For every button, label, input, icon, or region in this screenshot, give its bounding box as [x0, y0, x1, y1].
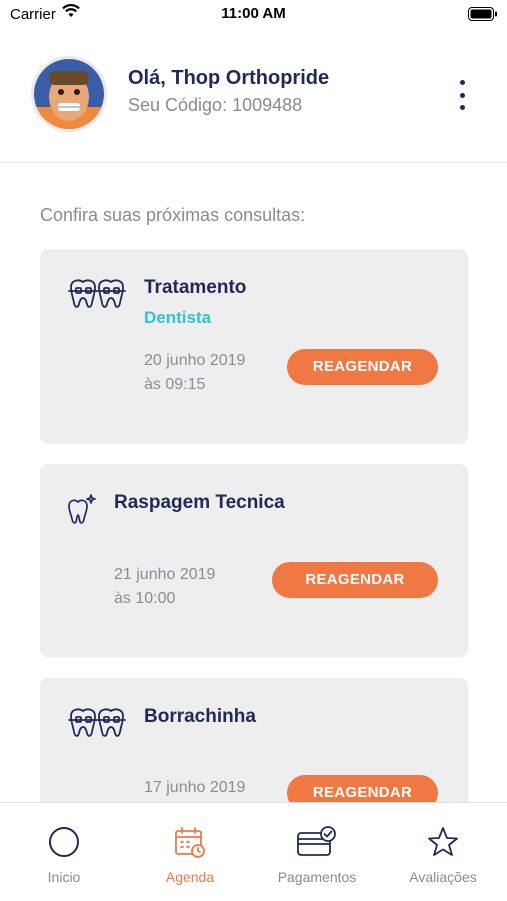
- dot-icon: [459, 92, 465, 98]
- appointment-date: 17 junho 2019: [144, 779, 246, 796]
- appointment-card[interactable]: Tratamento Dentista 20 junho 2019 às 09:…: [40, 249, 468, 444]
- tab-avaliacoes[interactable]: Avaliações: [380, 803, 506, 901]
- braces-teeth-icon: [68, 706, 126, 745]
- appointment-title: Tratamento: [144, 277, 247, 298]
- tab-label: Pagamentos: [277, 869, 357, 885]
- appointment-title: Raspagem Tecnica: [114, 492, 285, 513]
- status-bar: Carrier 11:00 AM: [0, 0, 507, 28]
- appointment-specialty: Dentista: [144, 308, 212, 327]
- appointment-title: Borrachinha: [144, 706, 256, 727]
- appointment-datetime: 20 junho 2019 às 09:15: [144, 349, 245, 397]
- appointment-time: às 10:00: [114, 590, 176, 607]
- section-title: Confira suas próximas consultas:: [40, 205, 306, 225]
- tab-inicio[interactable]: Inicio: [1, 803, 127, 901]
- tab-label: Agenda: [165, 869, 215, 885]
- tab-label: Inicio: [47, 869, 81, 885]
- battery-icon: [468, 7, 498, 26]
- user-code: Seu Código: 1009488: [128, 95, 303, 115]
- appointment-datetime: 17 junho 2019: [144, 776, 245, 800]
- clock: 11:00 AM: [221, 5, 286, 22]
- dot-icon: [459, 105, 465, 110]
- appointment-date: 20 junho 2019: [144, 352, 246, 369]
- appointment-date: 21 junho 2019: [114, 566, 216, 583]
- mascot-avatar-image: [34, 59, 104, 129]
- more-options-button[interactable]: [452, 80, 472, 110]
- star-icon: [380, 825, 506, 859]
- braces-teeth-icon: [68, 277, 126, 316]
- tab-agenda[interactable]: Agenda: [127, 803, 253, 901]
- appointment-datetime: 21 junho 2019 às 10:00: [114, 563, 215, 611]
- dot-icon: [459, 80, 465, 85]
- profile-header: Olá, Thop Orthopride Seu Código: 1009488: [0, 50, 507, 163]
- reschedule-button[interactable]: REAGENDAR: [272, 562, 438, 598]
- tab-label: Avaliações: [409, 869, 477, 885]
- sparkle-tooth-icon: [67, 494, 97, 531]
- avatar[interactable]: [31, 56, 107, 132]
- circle-icon: [1, 825, 127, 859]
- reschedule-button[interactable]: REAGENDAR: [287, 349, 438, 385]
- appointment-time: às 09:15: [144, 376, 206, 393]
- calendar-icon: [127, 825, 253, 859]
- tab-pagamentos[interactable]: Pagamentos: [254, 803, 380, 901]
- greeting-text: Olá, Thop Orthopride: [128, 67, 330, 89]
- card-check-icon: [254, 825, 380, 859]
- appointment-card[interactable]: Raspagem Tecnica 21 junho 2019 às 10:00 …: [40, 464, 468, 657]
- tab-bar: Inicio Agenda Pagamentos Avaliações: [0, 802, 507, 901]
